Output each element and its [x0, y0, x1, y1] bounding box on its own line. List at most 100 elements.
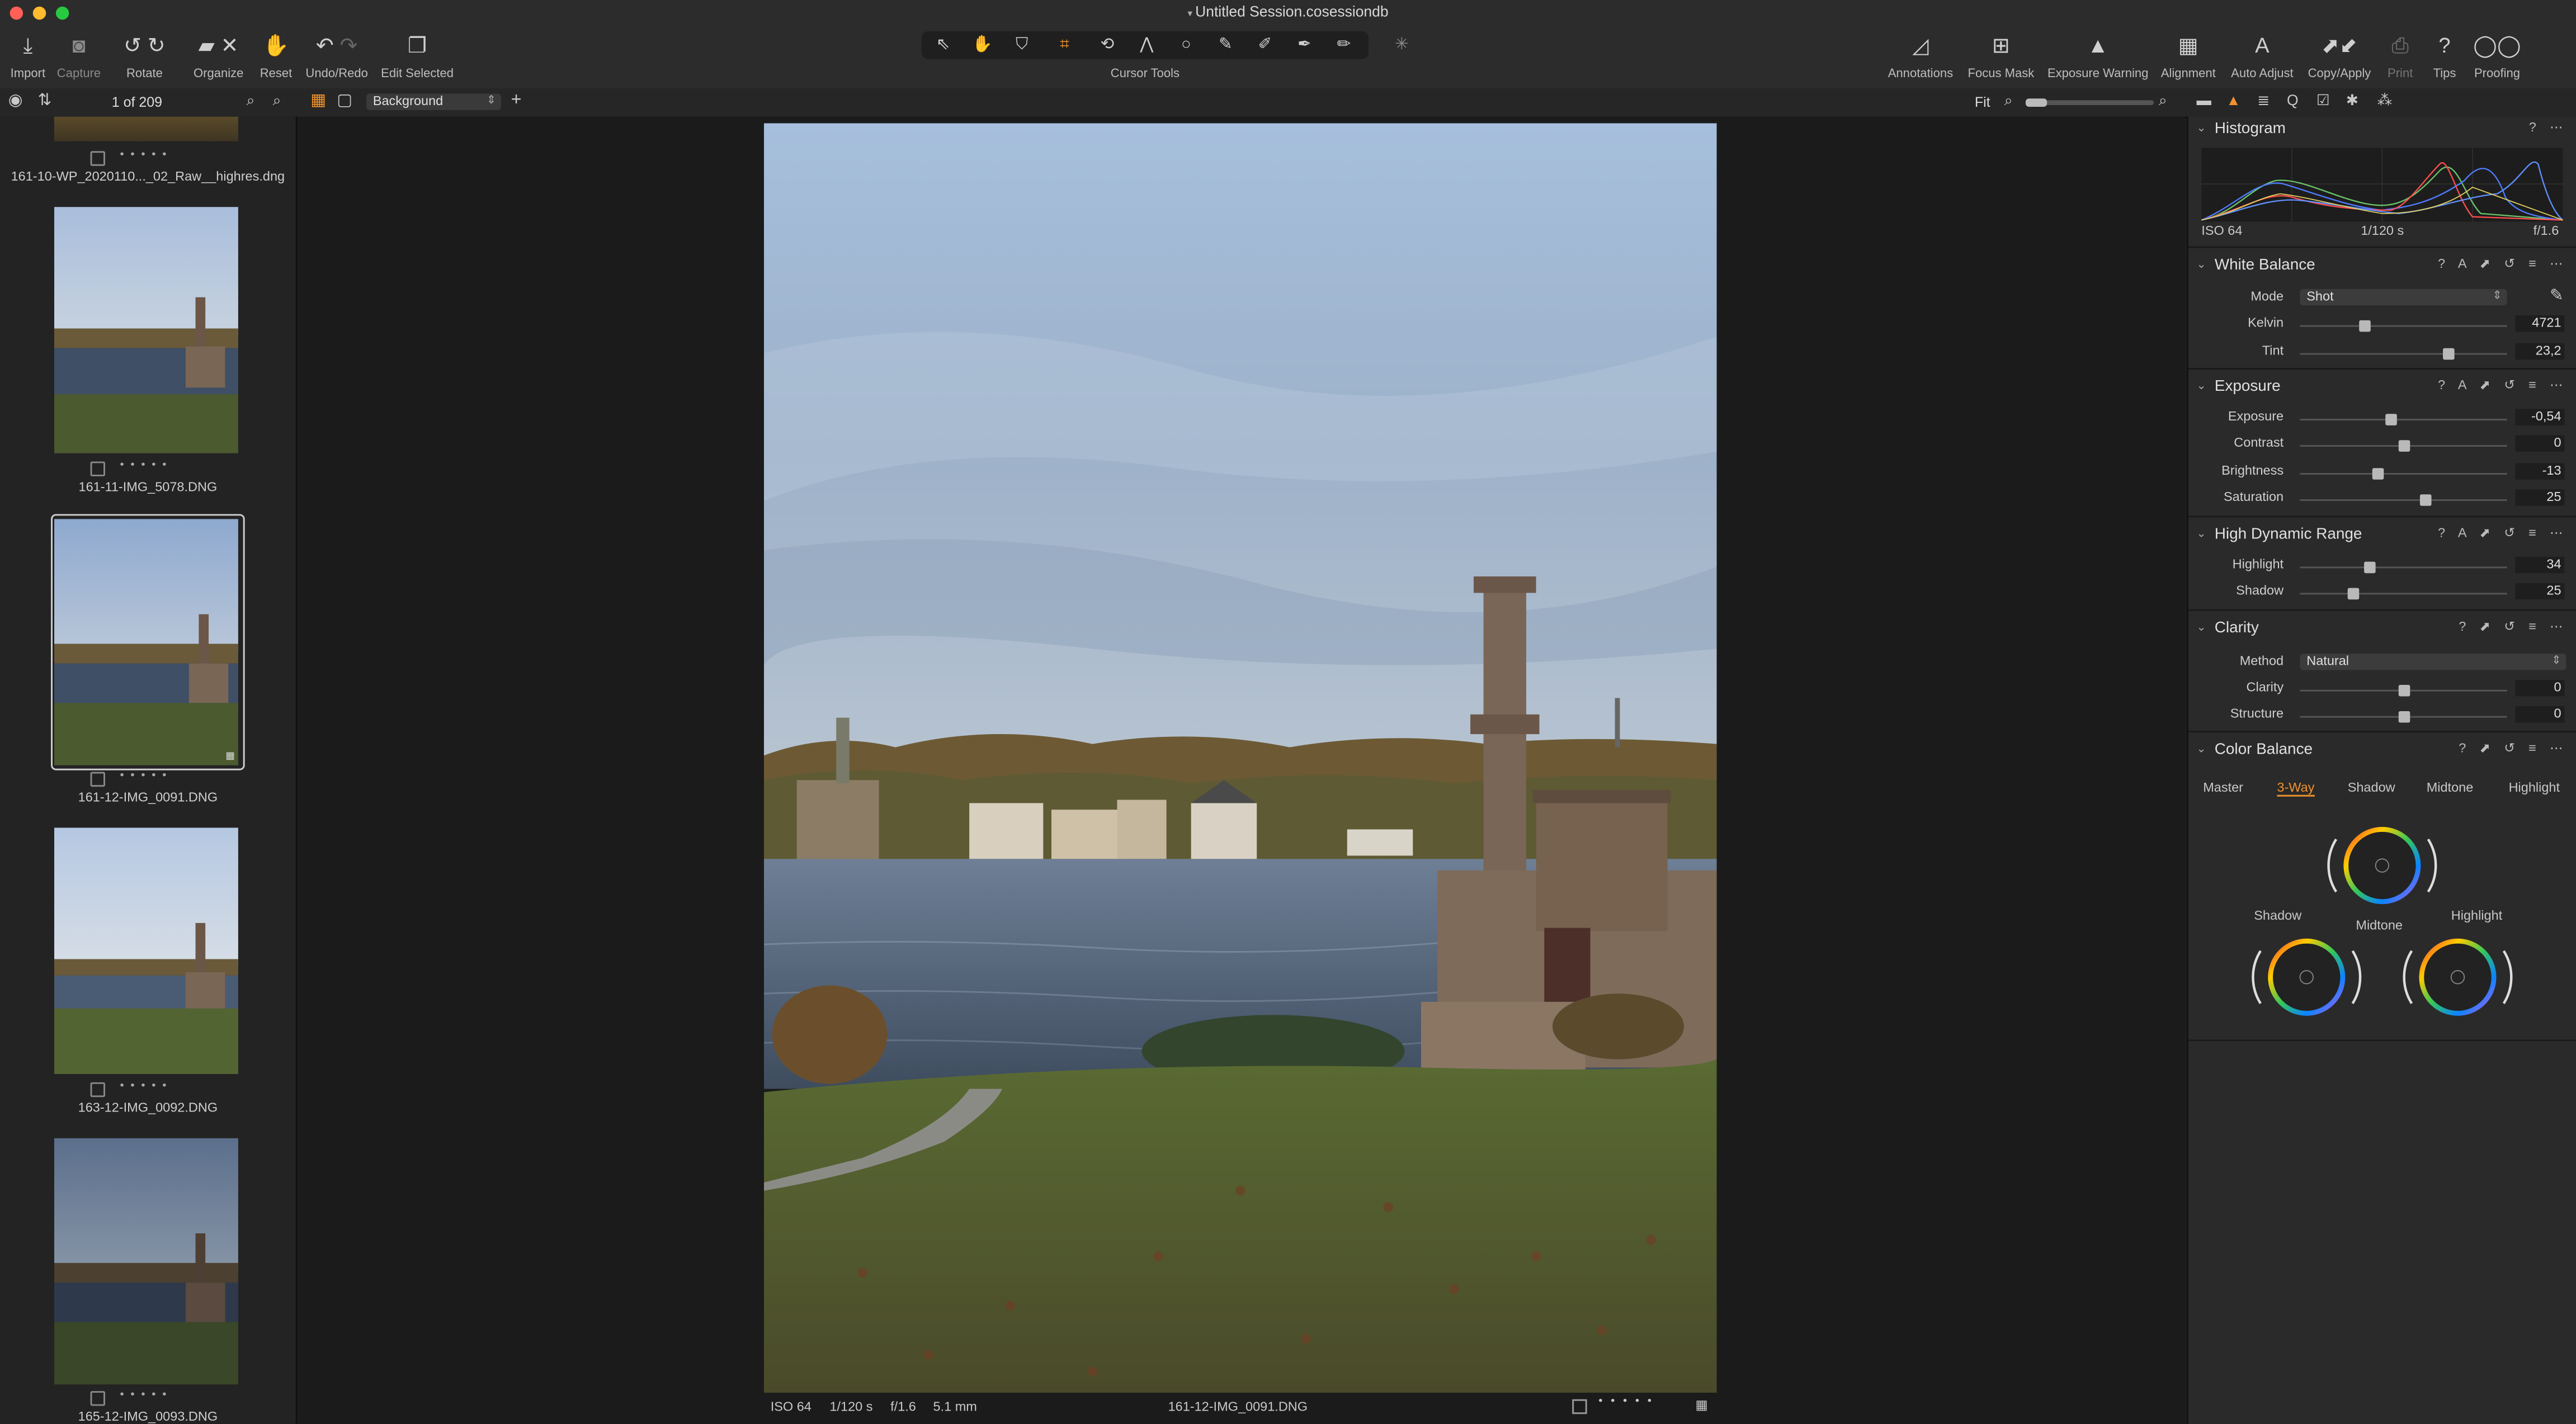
crop-icon[interactable]: ⌗ [1046, 33, 1083, 58]
eye-icon[interactable]: ◉ [8, 92, 23, 110]
print-button[interactable]: ⎙ Print [2380, 30, 2420, 81]
highlight-wheel[interactable] [2403, 938, 2513, 1016]
annotations-button[interactable]: ◿ Annotations [1881, 30, 1960, 81]
auto-adjust-button[interactable]: A Auto Adjust [2226, 30, 2298, 81]
clarity-slider-handle[interactable] [2398, 684, 2409, 697]
rotate-button[interactable]: ↺ ↻ Rotate [117, 30, 173, 81]
exposure-header[interactable]: ⌄ Exposure ? A ⬈ ↺ ≡ ⋯ [2188, 378, 2576, 401]
thumbnail-image[interactable] [54, 116, 238, 141]
draw-mask-icon[interactable]: ✐ [1247, 33, 1284, 58]
zoom-out-icon[interactable]: ⌕ [2004, 92, 2013, 110]
tint-value[interactable]: 23,2 [2515, 343, 2565, 360]
structure-value[interactable]: 0 [2515, 707, 2565, 723]
clarity-value[interactable]: 0 [2515, 680, 2565, 697]
styles-tab-icon[interactable]: ⁂ [2377, 92, 2392, 110]
import-button[interactable]: ⤓ Import [7, 30, 49, 81]
tint-slider[interactable] [2300, 348, 2507, 360]
exposure-slider[interactable] [2300, 414, 2507, 425]
sort-icon[interactable]: ⇅ [38, 92, 52, 110]
select-checkbox[interactable] [90, 1391, 105, 1406]
grid-view-icon[interactable]: ▦ [310, 92, 326, 110]
main-photo[interactable] [763, 123, 1717, 1393]
color-balance-header[interactable]: ⌄ Color Balance ? ⬈ ↺ ≡ ⋯ [2188, 741, 2576, 764]
eyedropper-icon[interactable]: ✎ [2550, 287, 2564, 305]
star-rating[interactable]: ••••• [120, 460, 173, 472]
exposure-slider-handle[interactable] [2385, 414, 2397, 425]
tint-slider-handle[interactable] [2443, 348, 2455, 360]
brush-icon[interactable]: ✎ [1207, 33, 1244, 58]
white-balance-header[interactable]: ⌄ White Balance ? A ⬈ ↺ ≡ ⋯ [2188, 256, 2576, 279]
alignment-button[interactable]: ▦ Alignment [2157, 30, 2220, 81]
clarity-method-select[interactable]: Natural ⇕ [2300, 654, 2566, 670]
histogram-header[interactable]: ⌄ Histogram ? ⋯ [2188, 120, 2576, 143]
pan-hand-icon[interactable]: ✋ [964, 33, 1001, 58]
metadata-tab-icon[interactable]: ☑ [2316, 92, 2330, 110]
tab-3-way[interactable]: 3-Way [2277, 780, 2315, 797]
tab-master[interactable]: Master [2203, 780, 2243, 794]
add-icon[interactable]: + [511, 91, 522, 110]
viewer-star-rating[interactable]: ••••• [1598, 1396, 1659, 1408]
tab-midtone[interactable]: Midtone [2427, 780, 2474, 794]
midtone-wheel[interactable] [2327, 827, 2437, 905]
focus-mask-button[interactable]: ⊞ Focus Mask [1965, 30, 2037, 81]
tool-actions[interactable]: ? A ⬈ ↺ ≡ ⋯ [2438, 526, 2568, 540]
background-select[interactable]: Background ⇕ [366, 93, 501, 110]
wb-mode-select[interactable]: Shot ⇕ [2300, 289, 2507, 306]
select-checkbox[interactable] [90, 1082, 105, 1097]
tool-actions[interactable]: ? A ⬈ ↺ ≡ ⋯ [2438, 378, 2568, 392]
search-icon[interactable]: ⌕ [247, 92, 255, 110]
tool-actions[interactable]: ? ⬈ ↺ ≡ ⋯ [2459, 619, 2568, 633]
tool-actions[interactable]: ? ⬈ ↺ ≡ ⋯ [2459, 741, 2568, 755]
zoom-in-icon[interactable]: ⌕ [2159, 92, 2167, 110]
structure-slider-handle[interactable] [2398, 712, 2409, 723]
shadow-slider[interactable] [2300, 588, 2507, 600]
filter-search-icon[interactable]: ⌕ [273, 92, 281, 110]
folder-tab-icon[interactable]: ▬ [2196, 92, 2211, 108]
zoom-slider[interactable] [2025, 98, 2154, 107]
saturation-value[interactable]: 25 [2515, 489, 2565, 507]
select-checkbox[interactable] [90, 151, 105, 166]
highlight-value[interactable]: 34 [2515, 556, 2565, 574]
details-tab-icon[interactable]: ≣ [2257, 92, 2270, 110]
tab-shadow[interactable]: Shadow [2348, 780, 2395, 794]
picker-icon[interactable]: ✒ [1286, 33, 1323, 58]
organize-button[interactable]: ▰ ✕ Organize [187, 30, 250, 81]
highlight-slider[interactable] [2300, 561, 2507, 574]
undo-redo-button[interactable]: ↶ ↷ Undo/Redo [303, 30, 371, 81]
rotate-straighten-icon[interactable]: ⟲ [1089, 33, 1126, 58]
saturation-slider-handle[interactable] [2420, 494, 2432, 507]
exposure-value[interactable]: -0,54 [2515, 409, 2565, 425]
star-rating[interactable]: ••••• [120, 1081, 173, 1092]
kelvin-value[interactable]: 4721 [2515, 315, 2565, 332]
proofing-button[interactable]: ◯◯ Proofing [2468, 30, 2527, 81]
select-checkbox[interactable] [90, 772, 105, 787]
shadow-slider-handle[interactable] [2348, 588, 2360, 600]
loupe-icon[interactable]: ⛉ [1004, 33, 1040, 58]
brightness-value[interactable]: -13 [2515, 462, 2565, 480]
hdr-header[interactable]: ⌄ High Dynamic Range ? A ⬈ ↺ ≡ ⋯ [2188, 526, 2576, 548]
shadow-value[interactable]: 25 [2515, 583, 2565, 600]
saturation-slider[interactable] [2300, 494, 2507, 507]
star-rating[interactable]: ••••• [120, 149, 173, 161]
settings-tab-icon[interactable]: ✱ [2346, 92, 2358, 110]
search-tab-icon[interactable]: Q [2287, 92, 2299, 108]
erase-mask-icon[interactable]: ✏ [1326, 33, 1362, 58]
single-view-icon[interactable]: ▢ [337, 92, 352, 110]
thumbnail-item[interactable] [54, 1138, 238, 1385]
thumbnail-item-selected[interactable]: ▦ [54, 519, 238, 765]
edit-selected-button[interactable]: ❐ Edit Selected [378, 30, 457, 81]
select-cursor-icon[interactable]: ⇖ [925, 33, 961, 58]
thumbnail-item[interactable] [54, 827, 238, 1075]
structure-slider[interactable] [2300, 712, 2507, 723]
clarity-slider[interactable] [2300, 684, 2507, 697]
clarity-header[interactable]: ⌄ Clarity ? ⬈ ↺ ≡ ⋯ [2188, 619, 2576, 642]
highlight-slider-handle[interactable] [2365, 561, 2376, 574]
zoom-slider-handle[interactable] [2025, 98, 2047, 107]
thumbnail-item[interactable] [54, 207, 238, 453]
brightness-slider[interactable] [2300, 467, 2507, 480]
keystone-icon[interactable]: ⋀ [1129, 33, 1165, 58]
kelvin-slider[interactable] [2300, 320, 2507, 332]
brightness-slider-handle[interactable] [2372, 467, 2385, 480]
tool-actions[interactable]: ? ⋯ [2529, 120, 2568, 134]
contrast-value[interactable]: 0 [2515, 436, 2565, 452]
